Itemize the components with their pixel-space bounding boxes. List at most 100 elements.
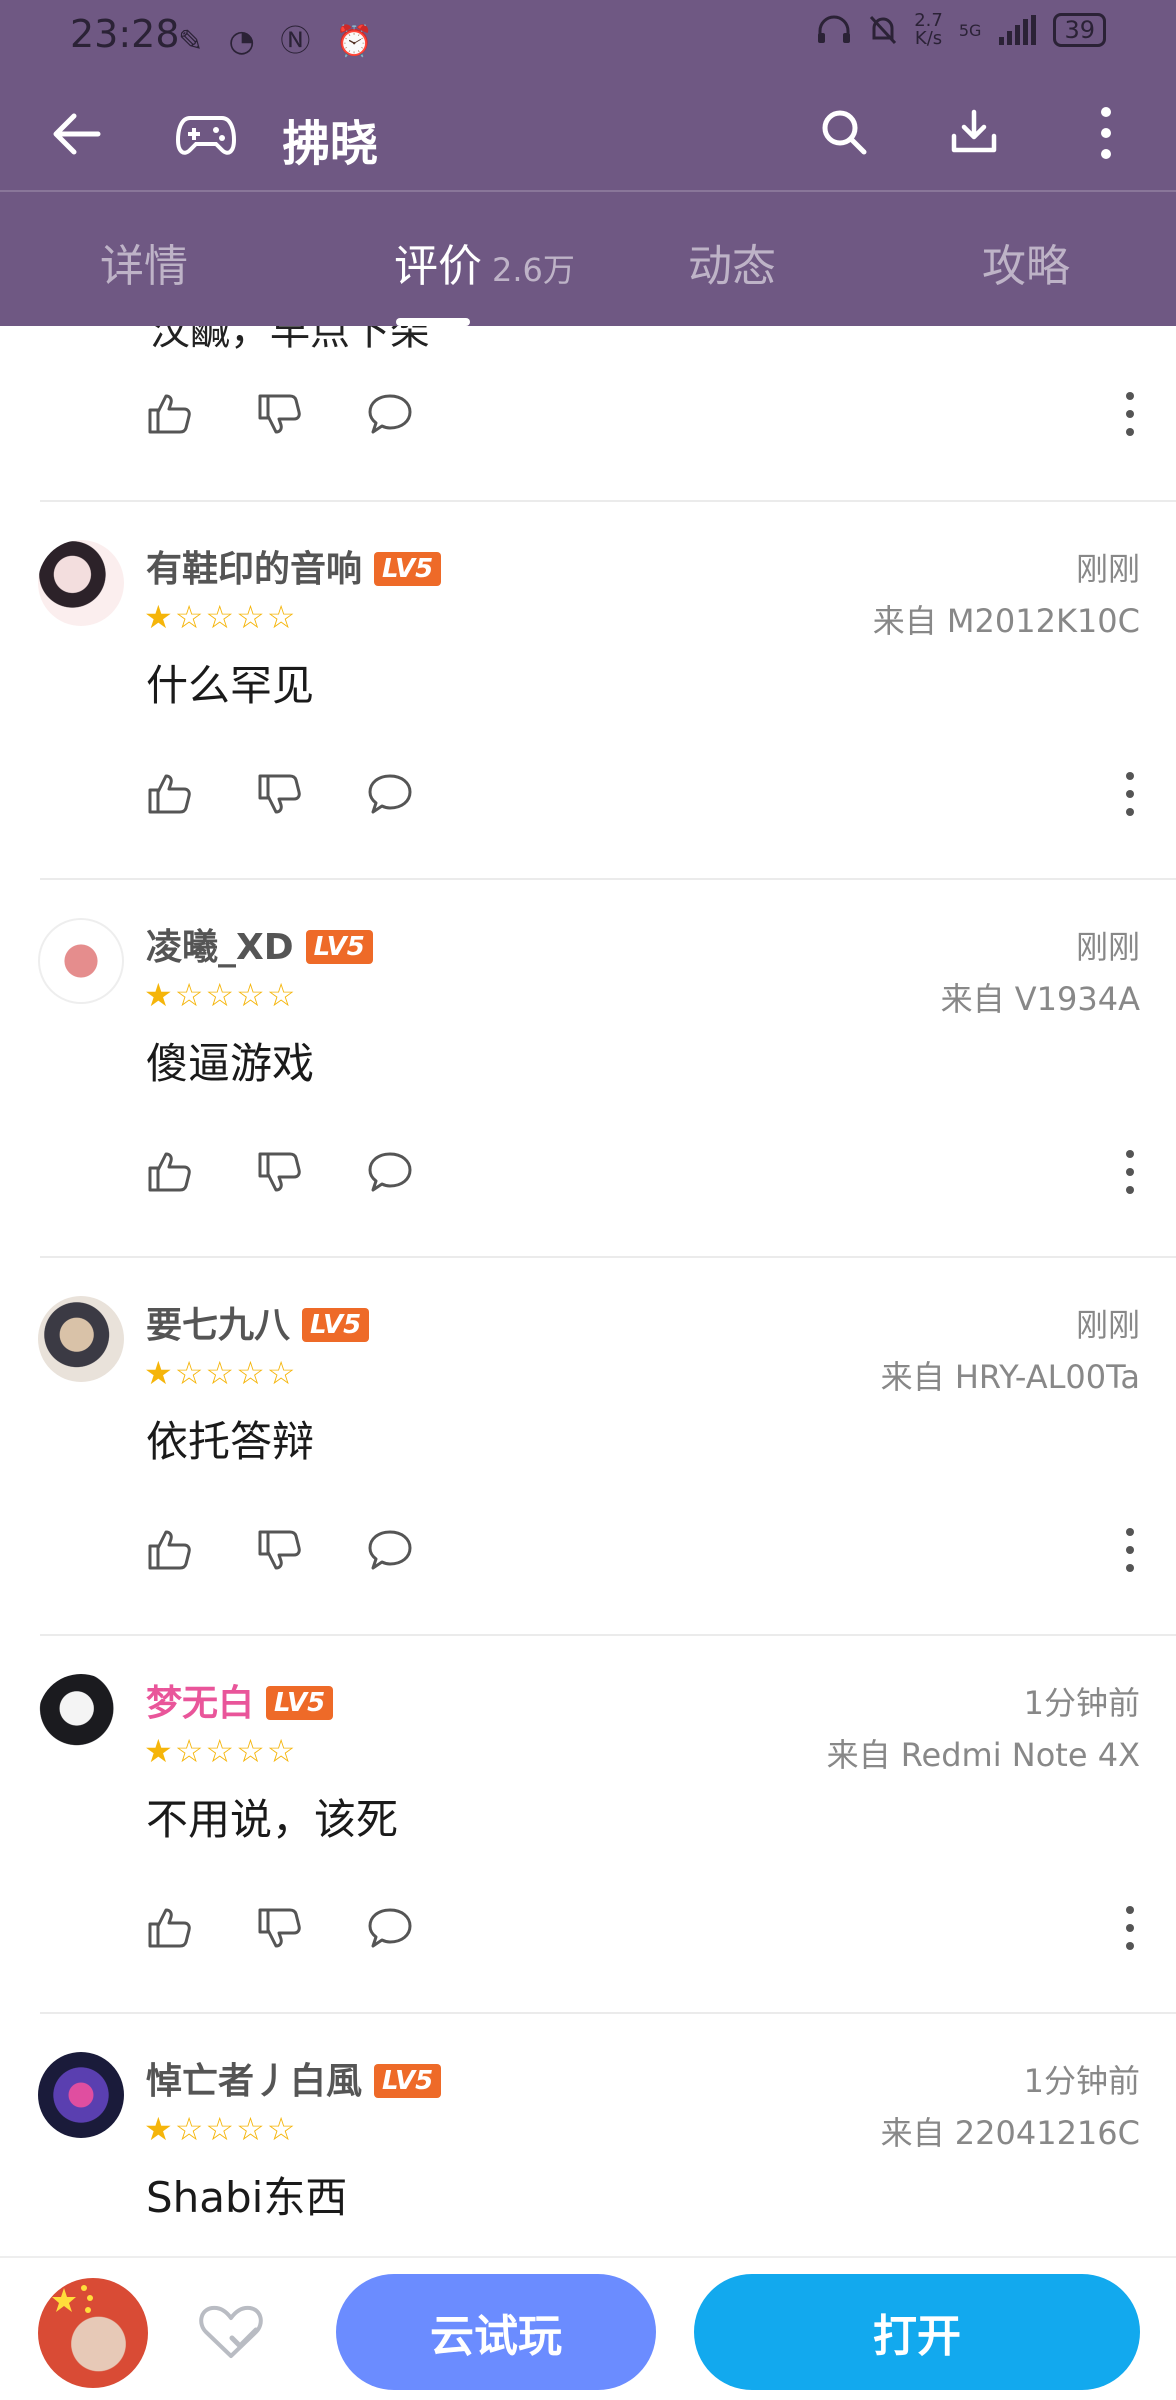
thumbs-down-icon[interactable] [256,390,304,438]
review-count: 2.6万 [492,251,575,289]
tab-label: 评价 [394,241,482,292]
review-device: 来自 22041216C [880,2114,1140,2152]
app-page: 23:28 ✎ ◔ Ⓝ ⏰ 2.7 K/s 5G 39 拂晓 详情 评价 2.6… [0,0,1176,2400]
cloud-play-button[interactable]: 云试玩 [336,2274,656,2390]
tab-active-indicator [396,318,470,326]
status-notification-icons: ✎ ◔ Ⓝ ⏰ [178,24,382,59]
more-options-icon[interactable] [1120,770,1140,818]
thumbs-down-icon[interactable] [256,1904,304,1952]
tab-label: 详情 [100,241,188,292]
more-vertical-icon[interactable] [1090,106,1122,160]
review-actions [146,390,1146,450]
comment-icon[interactable] [366,770,414,818]
review-actions [146,770,1146,830]
username[interactable]: 梦无白 LV5 [146,1674,334,1726]
status-bar: 23:28 ✎ ◔ Ⓝ ⏰ 2.7 K/s 5G 39 [0,0,1176,72]
header: 23:28 ✎ ◔ Ⓝ ⏰ 2.7 K/s 5G 39 拂晓 详情 评价 2.6… [0,0,1176,326]
review-item: 凌曦_XD LV5 ★☆☆☆☆ 刚刚 来自 V1934A 傻逼游戏 [0,880,1176,1258]
comment-icon[interactable] [366,390,414,438]
comment-icon[interactable] [366,1148,414,1196]
search-icon[interactable] [818,106,870,158]
review-device: 来自 HRY-AL00Ta [880,1358,1140,1396]
tab-label: 动态 [688,241,776,292]
level-badge: LV5 [374,552,442,586]
comment-icon[interactable] [366,1526,414,1574]
tab-details[interactable]: 详情 [100,230,188,294]
thumbs-up-icon[interactable] [146,1148,194,1196]
open-button[interactable]: 打开 [694,2274,1140,2390]
username-text: 梦无白 [146,1683,255,1724]
tab-bar: 详情 评价 2.6万 动态 攻略 [0,192,1176,326]
review-actions [146,1526,1146,1586]
review-text: 依托答辩 [146,1417,315,1466]
username-text: 要七九八 [146,1305,291,1346]
net-speed: 2.7 K/s [914,12,943,48]
review-device: 来自 V1934A [940,980,1140,1018]
page-title: 拂晓 [282,116,379,172]
username[interactable]: 悼亡者丿白風 LV5 [146,2052,442,2104]
review-time: 1分钟前 [1023,2062,1140,2100]
thumbs-up-icon[interactable] [146,770,194,818]
battery-indicator: 39 [1053,13,1106,47]
user-avatar[interactable] [38,2278,148,2388]
back-arrow-icon[interactable] [48,106,104,162]
avatar[interactable] [38,2052,124,2138]
username[interactable]: 凌曦_XD LV5 [146,918,373,970]
signal-label: 5G [958,20,982,40]
username[interactable]: 要七九八 LV5 [146,1296,370,1348]
rating-stars: ★☆☆☆☆ [144,976,298,1014]
more-options-icon[interactable] [1120,390,1140,438]
review-actions [146,1904,1146,1964]
thumbs-down-icon[interactable] [256,1148,304,1196]
flag-stars-icon [52,2285,93,2313]
review-actions [146,1148,1146,1208]
status-right-icons: 2.7 K/s 5G 39 [816,12,1106,48]
thumbs-down-icon[interactable] [256,770,304,818]
username-text: 凌曦_XD [146,927,294,968]
more-options-icon[interactable] [1120,1526,1140,1574]
thumbs-up-icon[interactable] [146,390,194,438]
thumbs-up-icon[interactable] [146,1526,194,1574]
avatar[interactable] [38,540,124,626]
tab-guides[interactable]: 攻略 [982,230,1070,294]
mute-bell-icon [870,15,897,45]
headset-icon [818,15,851,43]
avatar[interactable] [38,918,124,1004]
status-time: 23:28 [70,12,180,56]
rating-stars: ★☆☆☆☆ [144,1354,298,1392]
review-text: Shabi东西 [146,2173,348,2222]
review-item: 要七九八 LV5 ★☆☆☆☆ 刚刚 来自 HRY-AL00Ta 依托答辩 [0,1258,1176,1636]
review-item: 梦无白 LV5 ★☆☆☆☆ 1分钟前 来自 Redmi Note 4X 不用说，该… [0,1636,1176,2014]
tab-label: 攻略 [982,241,1070,292]
review-time: 1分钟前 [1023,1684,1140,1722]
review-device: 来自 Redmi Note 4X [826,1736,1140,1774]
bottom-action-bar: 云试玩 打开 [0,2256,1176,2400]
username-text: 悼亡者丿白風 [146,2061,363,2102]
partial-review-text: 汶鹹，早点下架 [150,326,430,354]
username-text: 有鞋印的音响 [146,549,363,590]
toolbar: 拂晓 [0,80,1176,190]
more-options-icon[interactable] [1120,1904,1140,1952]
comment-icon[interactable] [366,1904,414,1952]
level-badge: LV5 [266,1686,334,1720]
avatar[interactable] [38,1296,124,1382]
level-badge: LV5 [305,930,373,964]
review-list: 汶鹹，早点下架 有鞋印的音响 LV5 ★☆☆☆☆ 刚刚 来自 M2012K10C … [0,326,1176,2256]
rating-stars: ★☆☆☆☆ [144,598,298,636]
level-badge: LV5 [374,2064,442,2098]
avatar[interactable] [38,1674,124,1760]
review-item: 悼亡者丿白風 LV5 ★☆☆☆☆ 1分钟前 来自 22041216C Shabi东… [0,2014,1176,2256]
tab-reviews[interactable]: 评价 2.6万 [394,230,575,294]
username[interactable]: 有鞋印的音响 LV5 [146,540,442,592]
thumbs-up-icon[interactable] [146,1904,194,1952]
favorite-check-icon[interactable] [198,2302,264,2362]
review-text: 傻逼游戏 [146,1039,315,1088]
signal-bars-icon [999,15,1037,45]
review-time: 刚刚 [1075,1306,1140,1344]
download-icon[interactable] [948,106,1000,158]
more-options-icon[interactable] [1120,1148,1140,1196]
gamepad-icon [176,116,236,155]
tab-activity[interactable]: 动态 [688,230,776,294]
thumbs-down-icon[interactable] [256,1526,304,1574]
review-time: 刚刚 [1075,550,1140,588]
